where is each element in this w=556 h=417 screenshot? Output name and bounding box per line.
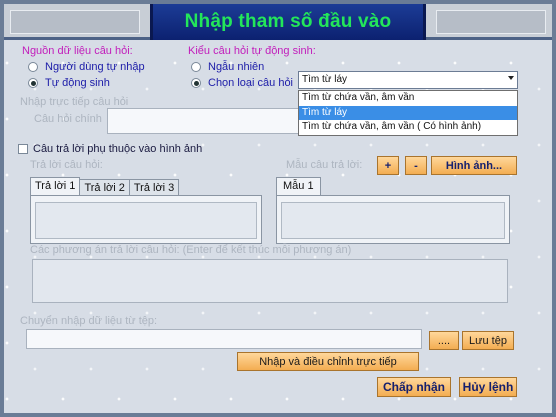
sample-tab-panel — [276, 195, 510, 244]
source-group-label: Nguồn dữ liệu câu hỏi: — [22, 45, 133, 57]
save-file-button[interactable]: Lưu tệp — [462, 331, 514, 350]
dropdown-option[interactable]: Tìm từ chứa vần, âm vần ( Có hình ảnh) — [299, 120, 517, 135]
radio-manual-input[interactable]: Người dùng tự nhập — [28, 61, 145, 73]
tab-answer-3[interactable]: Trả lời 3 — [128, 179, 180, 196]
answer-tabs: Trả lời 1 Trả lời 2 Trả lời 3 — [30, 175, 180, 196]
title-decoration-right — [436, 10, 546, 34]
add-sample-button[interactable]: + — [377, 156, 399, 175]
dialog-window: Nhập tham số đầu vào Nguồn dữ liệu câu h… — [0, 0, 556, 417]
radio-auto-generate[interactable]: Tự động sinh — [28, 77, 110, 89]
radio-label: Chọn loại câu hỏi — [208, 77, 294, 89]
samples-label: Mẫu câu trả lời: — [286, 159, 363, 171]
chevron-down-icon[interactable] — [508, 76, 514, 80]
checkbox-icon[interactable] — [18, 144, 28, 154]
answers-label: Trả lời câu hỏi: — [30, 159, 103, 171]
radio-label: Ngẫu nhiên — [208, 61, 265, 73]
type-group-label: Kiểu câu hỏi tự động sinh: — [188, 45, 316, 57]
window-title: Nhập tham số đầu vào — [184, 11, 392, 32]
options-text-area[interactable] — [32, 259, 508, 303]
radio-label: Người dùng tự nhập — [45, 61, 145, 73]
options-label: Các phương án trả lời câu hỏi: (Enter để… — [30, 244, 352, 256]
browse-button[interactable]: .... — [429, 331, 459, 350]
tab-answer-2[interactable]: Trả lời 2 — [79, 179, 130, 196]
select-value: Tìm từ láy — [302, 74, 348, 85]
radio-icon[interactable] — [28, 62, 38, 72]
tab-sample-1[interactable]: Mẫu 1 — [276, 177, 321, 196]
file-import-label: Chuyển nhập dữ liệu từ tệp: — [20, 315, 158, 327]
remove-sample-button[interactable]: - — [405, 156, 427, 175]
direct-edit-button[interactable]: Nhập và điều chỉnh trực tiếp — [237, 352, 419, 371]
question-type-dropdown: Tìm từ chứa vần, âm vần Tìm từ láy Tìm t… — [298, 90, 518, 136]
question-label: Câu hỏi chính — [34, 113, 102, 125]
file-path-input[interactable] — [26, 329, 422, 349]
question-type-select[interactable]: Tìm từ láy — [298, 71, 518, 89]
image-dependent-checkbox[interactable]: Câu trả lời phụ thuộc vào hình ảnh — [18, 143, 202, 155]
title-decoration-left — [10, 10, 140, 34]
sample-text-area[interactable] — [281, 202, 505, 239]
sample-tabs: Mẫu 1 — [276, 175, 321, 196]
answer-tab-panel — [30, 195, 262, 244]
radio-icon[interactable] — [191, 62, 201, 72]
dropdown-option-highlighted[interactable]: Tìm từ láy — [299, 105, 517, 120]
tab-answer-1[interactable]: Trả lời 1 — [30, 177, 81, 196]
dropdown-option[interactable]: Tìm từ chứa vần, âm vần — [299, 91, 517, 106]
title-banner: Nhập tham số đầu vào — [150, 4, 426, 40]
title-bar: Nhập tham số đầu vào — [4, 4, 552, 40]
radio-random[interactable]: Ngẫu nhiên — [191, 61, 264, 73]
radio-selected-icon[interactable] — [191, 78, 201, 88]
cancel-button[interactable]: Hủy lệnh — [459, 377, 517, 397]
radio-label: Tự động sinh — [45, 77, 110, 89]
answer-text-area[interactable] — [35, 202, 257, 239]
radio-selected-icon[interactable] — [28, 78, 38, 88]
image-button[interactable]: Hình ảnh... — [431, 156, 517, 175]
checkbox-label: Câu trả lời phụ thuộc vào hình ảnh — [33, 143, 203, 155]
direct-input-group-label: Nhập trực tiếp câu hỏi — [20, 96, 129, 108]
accept-button[interactable]: Chấp nhận — [377, 377, 451, 397]
radio-choose-type[interactable]: Chọn loại câu hỏi — [191, 77, 293, 89]
question-input[interactable] — [107, 108, 299, 134]
